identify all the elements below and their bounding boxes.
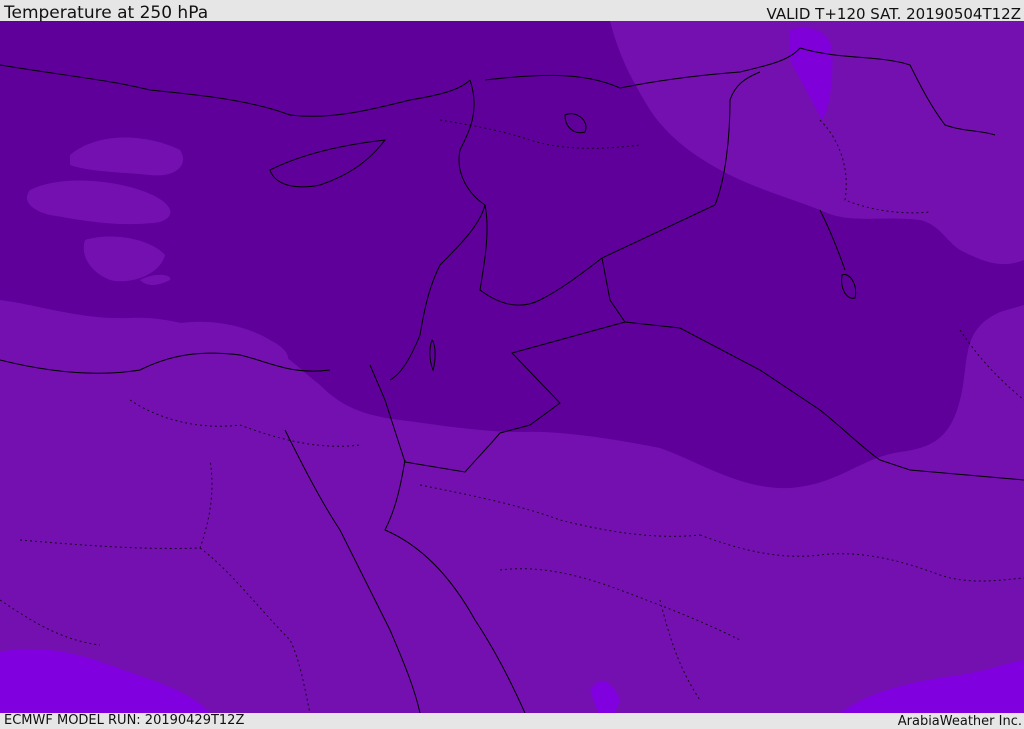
header-bar: Temperature at 250 hPa VALID T+120 SAT. …: [0, 0, 1024, 23]
map-title: Temperature at 250 hPa: [4, 3, 209, 23]
map-canvas: [0, 21, 1024, 713]
weather-map[interactable]: [0, 21, 1024, 713]
credit-label: ArabiaWeather Inc.: [897, 714, 1022, 729]
footer-bar: ECMWF MODEL RUN: 20190429T12Z ArabiaWeat…: [0, 713, 1024, 729]
valid-time-label: VALID T+120 SAT. 20190504T12Z: [766, 5, 1021, 23]
model-run-label: ECMWF MODEL RUN: 20190429T12Z: [4, 713, 245, 728]
